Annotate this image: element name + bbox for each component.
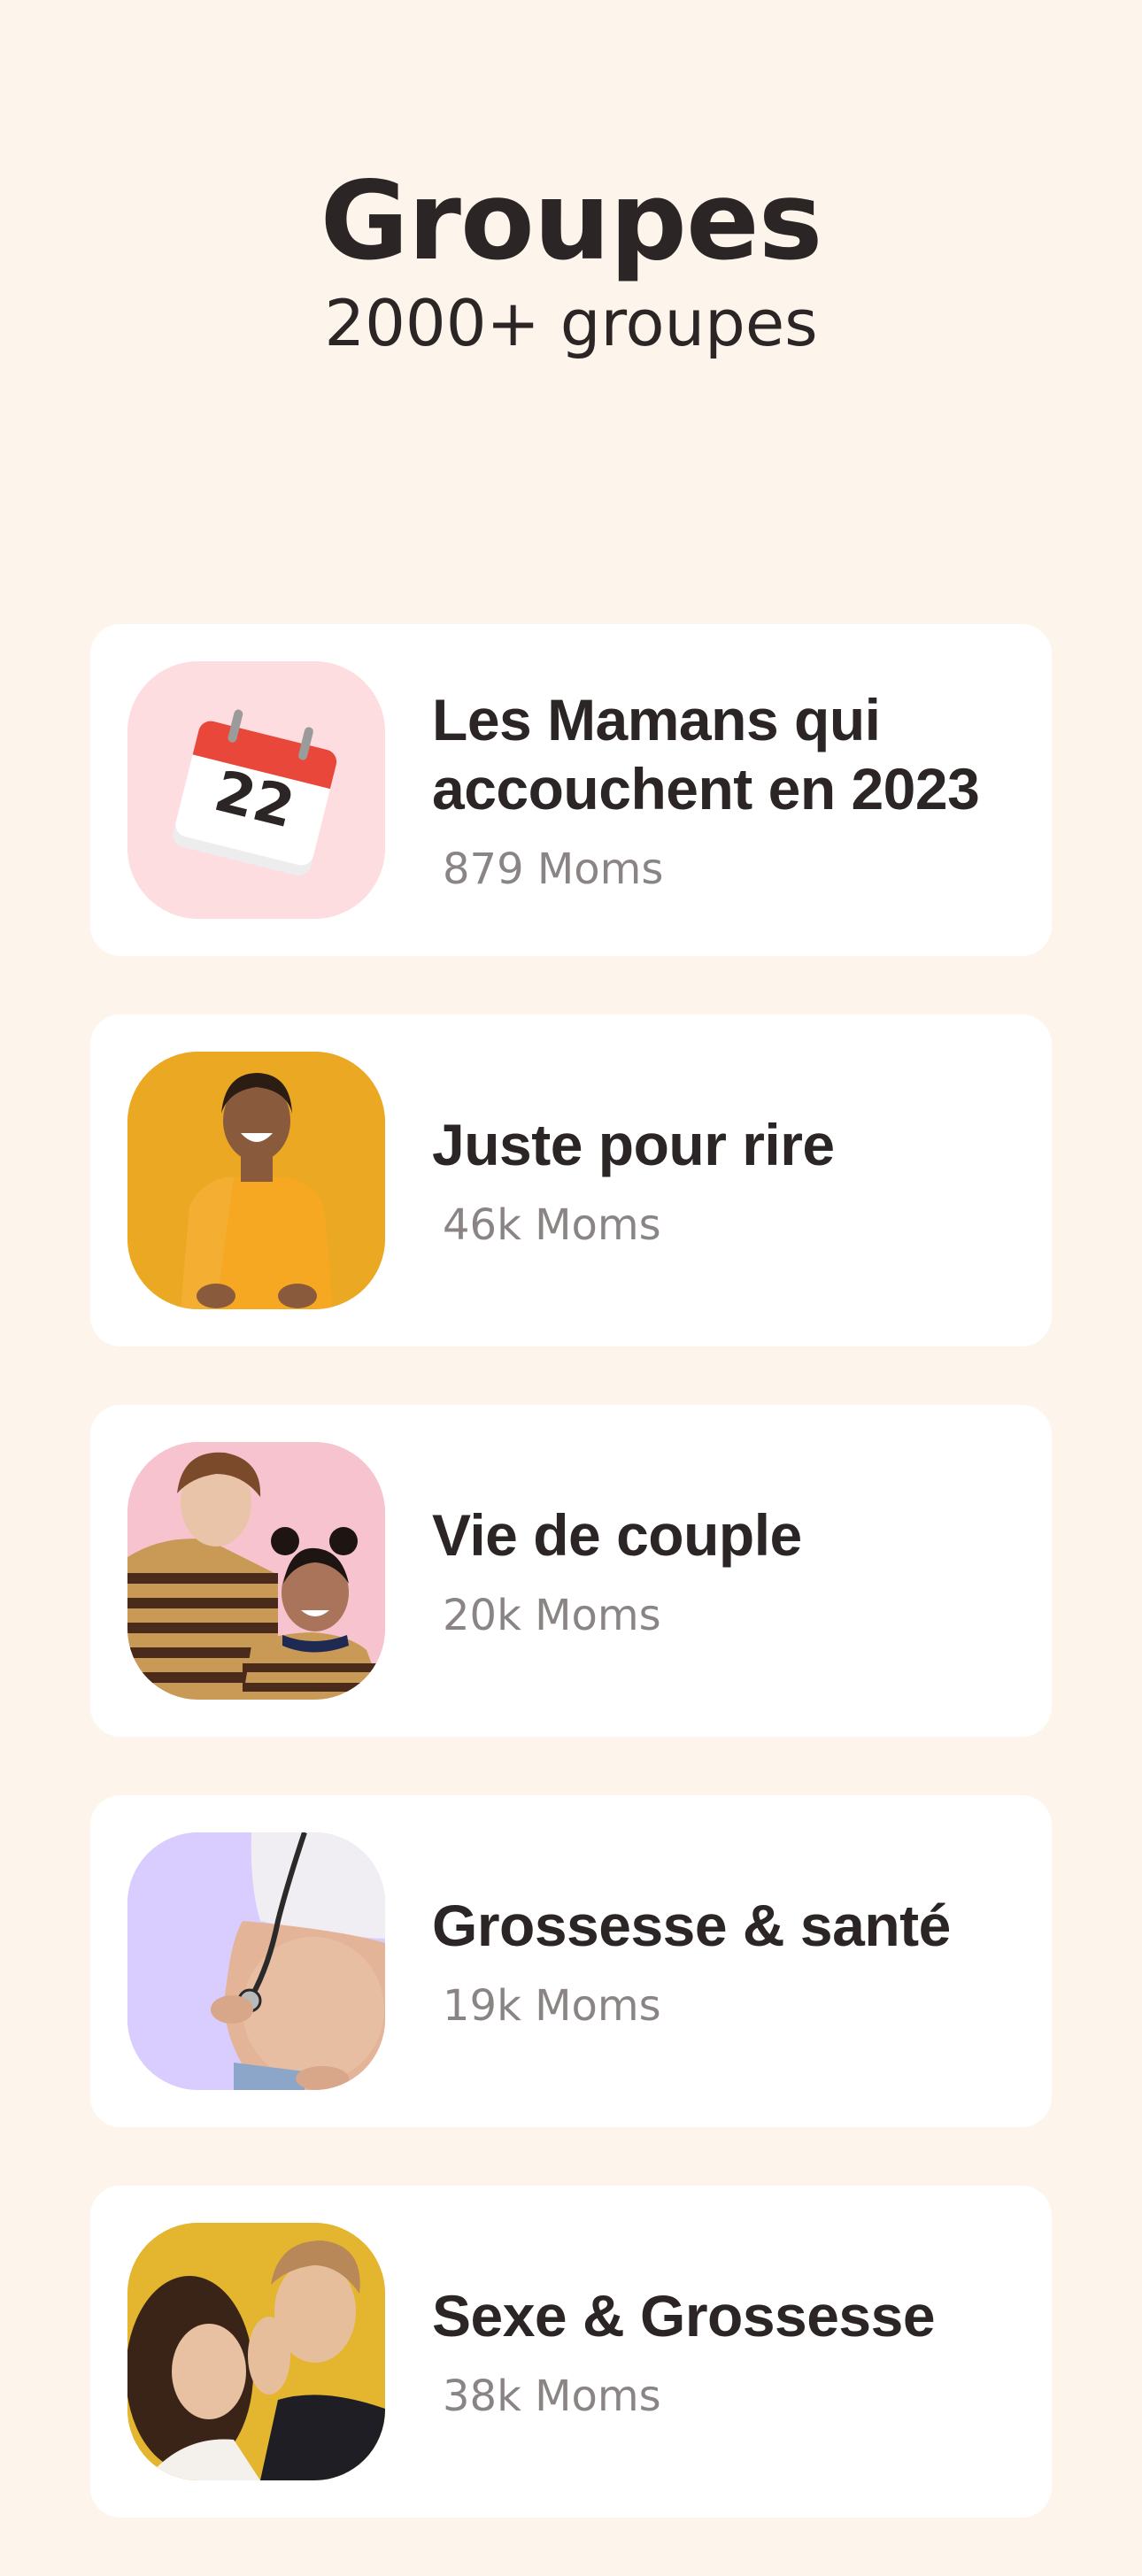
group-member-count: 879 Moms: [443, 844, 664, 894]
woman-laughing-photo: [127, 1052, 385, 1309]
group-name: Vie de couple: [432, 1501, 802, 1568]
group-list: 22 Les Mamans qui accouchent en 2023 879…: [90, 624, 1052, 2576]
group-info: Grossesse & santé 19k Moms: [432, 1795, 1034, 2127]
group-thumbnail: [127, 1832, 385, 2090]
group-card[interactable]: Juste pour rire 46k Moms: [90, 1014, 1052, 1346]
page-header: Groupes 2000+ groupes: [0, 159, 1142, 363]
group-info: Vie de couple 20k Moms: [432, 1405, 1034, 1737]
group-name: Juste pour rire: [432, 1111, 835, 1177]
group-thumbnail: [127, 1442, 385, 1700]
group-card[interactable]: 22 Les Mamans qui accouchent en 2023 879…: [90, 624, 1052, 956]
group-member-count: 46k Moms: [443, 1199, 661, 1250]
pregnant-belly-photo: [127, 1832, 385, 2090]
group-card[interactable]: Grossesse & santé 19k Moms: [90, 1795, 1052, 2127]
group-card[interactable]: Vie de couple 20k Moms: [90, 1405, 1052, 1737]
group-name: Sexe & Grossesse: [432, 2282, 936, 2348]
couple-whisper-photo: [127, 2223, 385, 2480]
page-title: Groupes: [320, 158, 823, 284]
group-name: Grossesse & santé: [432, 1892, 951, 1958]
group-thumbnail: [127, 1052, 385, 1309]
calendar-icon: 22: [127, 661, 385, 919]
group-thumbnail: [127, 2223, 385, 2480]
group-info: Les Mamans qui accouchent en 2023 879 Mo…: [432, 624, 1034, 956]
group-card[interactable]: Sexe & Grossesse 38k Moms: [90, 2186, 1052, 2518]
group-name: Les Mamans qui accouchent en 2023: [432, 686, 980, 821]
group-info: Sexe & Grossesse 38k Moms: [432, 2186, 1034, 2518]
group-member-count: 20k Moms: [443, 1590, 661, 1640]
group-member-count: 19k Moms: [443, 1980, 661, 2031]
group-thumbnail: 22: [127, 661, 385, 919]
group-info: Juste pour rire 46k Moms: [432, 1014, 1034, 1346]
page-subtitle: 2000+ groupes: [324, 286, 818, 360]
group-member-count: 38k Moms: [443, 2371, 661, 2421]
couple-photo: [127, 1442, 385, 1700]
